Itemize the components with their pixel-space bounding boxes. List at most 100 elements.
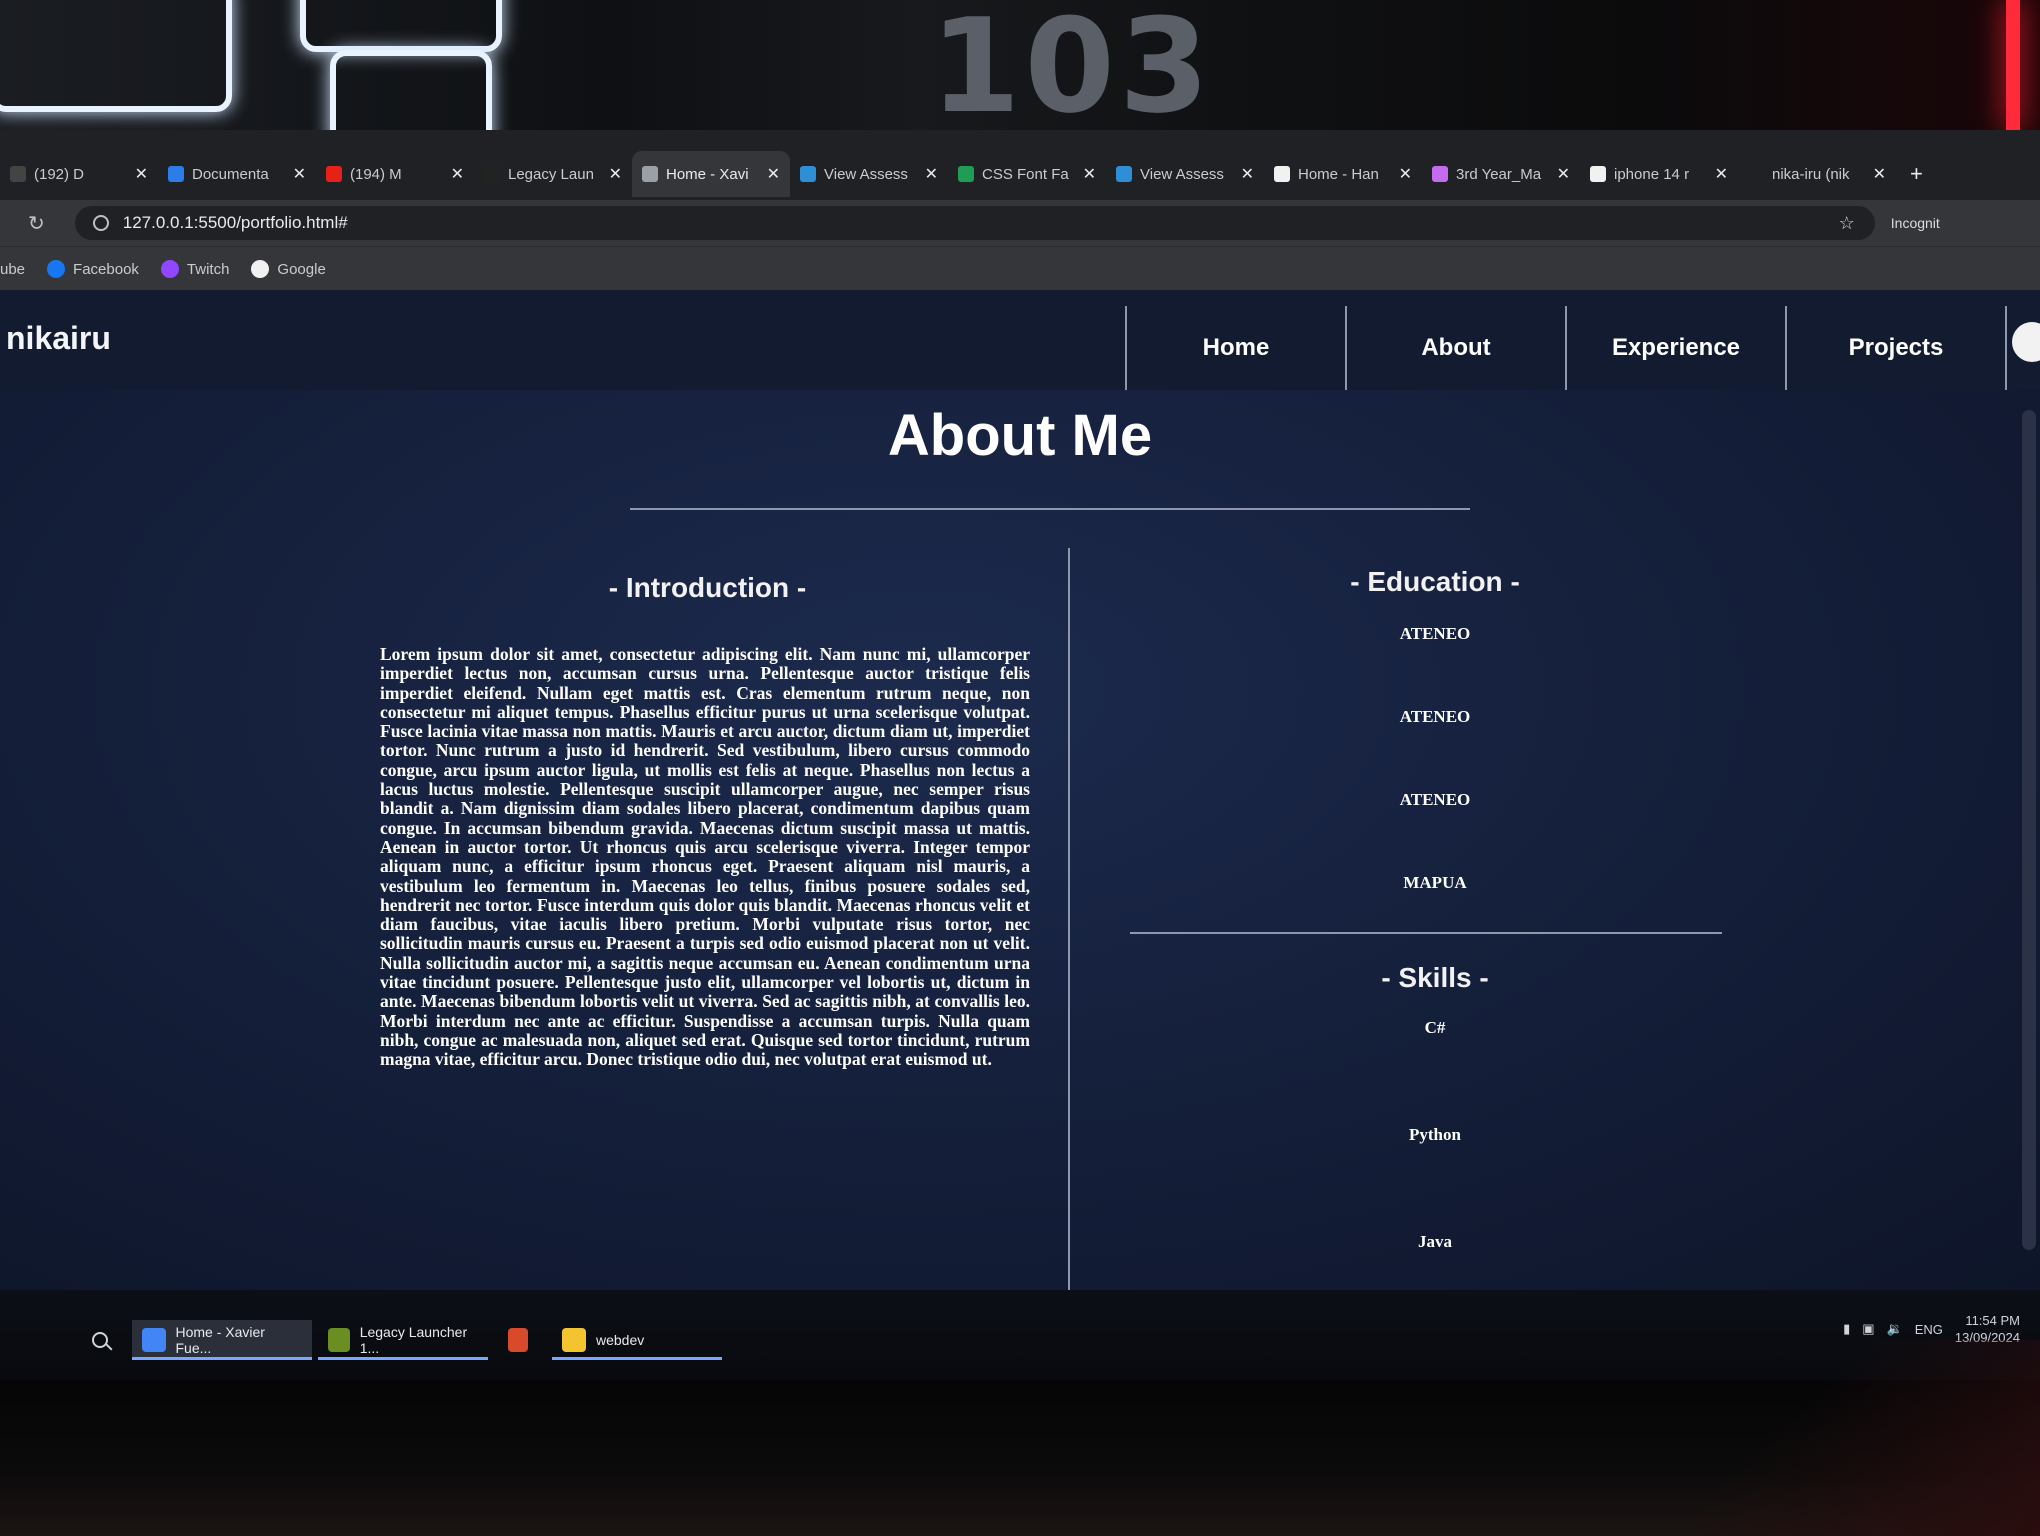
tab-favicon-icon [1116, 166, 1132, 182]
taskbar-app-label: Legacy Launcher 1... [359, 1324, 468, 1356]
app-icon [508, 1328, 528, 1352]
skill-item: Java [1418, 1232, 1452, 1251]
address-bar[interactable]: 127.0.0.1:5500/portfolio.html# ☆ [74, 206, 1875, 240]
education-list: ATENEO ATENEO ATENEO MAPUA [1160, 624, 1710, 956]
education-item: ATENEO [1399, 790, 1471, 809]
theme-toggle-button[interactable] [2012, 322, 2040, 362]
browser-tab[interactable]: Home - Xavi ✕ [632, 151, 790, 197]
close-tab-icon[interactable]: ✕ [925, 164, 938, 184]
bookmarks-bar: ube Facebook Twitch Google [0, 246, 2040, 291]
bookmark-item[interactable]: Facebook [47, 260, 139, 278]
browser-tab[interactable]: Home - Han ✕ [1264, 151, 1422, 197]
nav-link[interactable]: Projects [1785, 306, 2007, 390]
tab-title: Legacy Laun [508, 165, 594, 183]
bookmark-label: Google [277, 260, 326, 278]
bookmark-icon [251, 260, 270, 278]
web-page: nikairu Home About Experience Projects Abou… [0, 290, 2040, 1290]
bookmark-icon [47, 260, 66, 278]
browser-window: (192) D ✕ Documenta ✕ (194) M ✕ Legacy Laun ✕ Ho… [0, 130, 2040, 291]
column-divider [1068, 548, 1070, 1290]
close-tab-icon[interactable]: ✕ [451, 164, 464, 184]
tab-favicon-icon [1748, 166, 1764, 182]
taskbar-app[interactable]: Legacy Launcher 1... [318, 1320, 488, 1360]
toolbar: ↻ 127.0.0.1:5500/portfolio.html# ☆ Incog… [0, 200, 2040, 246]
close-tab-icon[interactable]: ✕ [1399, 164, 1412, 184]
tab-favicon-icon [1274, 166, 1290, 182]
microphone-icon[interactable]: ▮ [1843, 1321, 1850, 1337]
introduction-heading: - Introduction - [608, 572, 807, 603]
close-tab-icon[interactable]: ✕ [609, 164, 622, 184]
close-tab-icon[interactable]: ✕ [293, 164, 306, 184]
nav-link[interactable]: Experience [1565, 306, 1785, 390]
volume-icon[interactable]: 🔉 [1887, 1321, 1903, 1337]
browser-tab[interactable]: 3rd Year_Ma ✕ [1422, 151, 1580, 197]
clock-time: 11:54 PM [1965, 1313, 2020, 1328]
tab-favicon-icon [1590, 166, 1606, 182]
taskbar-app-label: webdev [596, 1332, 645, 1348]
bookmark-label: Twitch [186, 260, 230, 278]
browser-tab[interactable]: CSS Font Fa ✕ [948, 151, 1106, 197]
tab-favicon-icon [10, 166, 26, 182]
tab-title: (192) D [34, 165, 85, 183]
red-neon-light [2006, 0, 2020, 130]
tab-favicon-icon [168, 166, 184, 182]
room-background: 103 [0, 0, 2040, 130]
education-item: ATENEO [1399, 707, 1471, 726]
incognito-label[interactable]: Incognit [1891, 215, 1940, 231]
close-tab-icon[interactable]: ✕ [1715, 164, 1728, 184]
running-indicator [132, 1357, 312, 1360]
tab-title: iphone 14 r [1614, 165, 1690, 183]
tab-favicon-icon [326, 166, 342, 182]
app-icon [142, 1328, 166, 1352]
site-brand[interactable]: nikairu [6, 320, 111, 357]
tab-title: Home - Han [1298, 165, 1379, 183]
browser-tab[interactable]: Documenta ✕ [158, 151, 316, 197]
page-scrollbar[interactable] [2022, 410, 2036, 1250]
close-tab-icon[interactable]: ✕ [1557, 164, 1570, 184]
browser-tab[interactable]: (192) D ✕ [0, 151, 158, 197]
reload-icon[interactable]: ↻ [28, 211, 45, 236]
skill-item: Python [1409, 1125, 1461, 1144]
desk-background [1700, 1340, 2040, 1536]
running-indicator [552, 1357, 722, 1360]
skill-item: C# [1424, 1018, 1446, 1037]
bookmark-star-icon[interactable]: ☆ [1839, 213, 1855, 234]
close-tab-icon[interactable]: ✕ [1873, 164, 1886, 184]
close-tab-icon[interactable]: ✕ [1241, 164, 1254, 184]
app-icon [562, 1328, 586, 1352]
bookmark-label: Facebook [73, 260, 139, 278]
taskbar-app[interactable]: Home - Xavier Fue... [132, 1320, 312, 1360]
tab-title: Home - Xavi [666, 165, 749, 183]
site-info-icon[interactable] [92, 215, 109, 231]
bookmark-item[interactable]: Twitch [160, 260, 230, 278]
close-tab-icon[interactable]: ✕ [767, 164, 780, 184]
browser-tab[interactable]: Legacy Laun ✕ [474, 151, 632, 197]
nav-link[interactable]: Home [1125, 306, 1345, 390]
tab-title: View Assess [824, 165, 908, 183]
tab-favicon-icon [484, 166, 500, 182]
education-item: MAPUA [1403, 873, 1467, 892]
close-tab-icon[interactable]: ✕ [1083, 164, 1096, 184]
browser-tab[interactable]: View Assess ✕ [790, 151, 948, 197]
taskbar-app[interactable]: webdev [552, 1320, 722, 1360]
browser-tab[interactable]: iphone 14 r ✕ [1580, 151, 1738, 197]
poster-number: 103 [930, 0, 1214, 130]
browser-tab[interactable]: (194) M ✕ [316, 151, 474, 197]
bookmark-item[interactable]: Google [251, 260, 326, 278]
tab-title: 3rd Year_Ma [1456, 165, 1542, 183]
app-icon [328, 1328, 350, 1352]
taskbar-app[interactable] [498, 1320, 538, 1360]
tab-favicon-icon [642, 166, 658, 182]
search-icon[interactable] [92, 1332, 108, 1348]
browser-tab[interactable]: View Assess ✕ [1106, 151, 1264, 197]
tab-title: CSS Font Fa [982, 165, 1069, 183]
tab-strip: (192) D ✕ Documenta ✕ (194) M ✕ Legacy Laun ✕ Ho… [0, 148, 2040, 200]
network-icon[interactable]: ▣ [1862, 1321, 1874, 1337]
close-tab-icon[interactable]: ✕ [135, 164, 148, 184]
nav-link[interactable]: About [1345, 306, 1565, 390]
bookmark-item[interactable]: ube [0, 261, 25, 278]
language-indicator[interactable]: ENG [1915, 1322, 1943, 1337]
url-text: 127.0.0.1:5500/portfolio.html# [122, 213, 348, 232]
browser-tab[interactable]: nika-iru (nik ✕ [1738, 151, 1896, 197]
new-tab-button[interactable]: + [1910, 161, 1923, 187]
